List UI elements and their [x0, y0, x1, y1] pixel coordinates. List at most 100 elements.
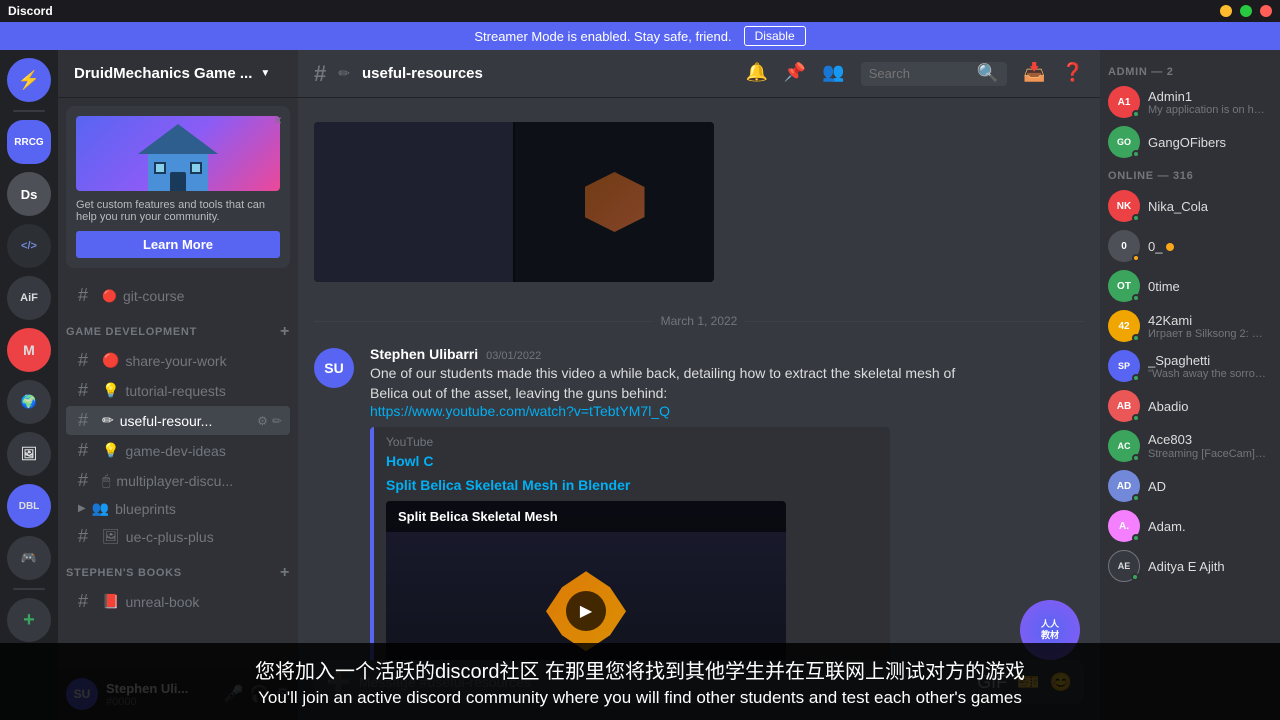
server-name: DruidMechanics Game ... [74, 65, 252, 82]
member-item-spaghetti[interactable]: SP _Spaghetti "Wash away the sorrow; all… [1100, 346, 1280, 386]
status-indicator [1132, 534, 1140, 542]
category-stephens-books[interactable]: STEPHEN'S BOOKS + [58, 552, 298, 586]
dropdown-icon: ▼ [260, 68, 270, 79]
member-item-adam[interactable]: A. Adam. [1100, 506, 1280, 546]
channel-tutorial-requests[interactable]: # 💡 tutorial-requests [66, 376, 290, 405]
member-name: Admin1 [1148, 89, 1268, 104]
status-indicator [1131, 573, 1139, 581]
server-icon-globe[interactable]: 🌍 [7, 380, 51, 424]
server-icon-dbl[interactable]: DBL [7, 484, 51, 528]
server-icon-rrcg[interactable]: RRCG [7, 120, 51, 164]
member-item-nika-cola[interactable]: NK Nika_Cola [1100, 186, 1280, 226]
channel-blueprints[interactable]: ▶ 👥 blueprints [66, 496, 290, 521]
status-indicator [1132, 214, 1140, 222]
category-label: GAME DEVELOPMENT [66, 326, 197, 338]
message-avatar[interactable]: SU [314, 348, 354, 388]
collapse-icon: ▶ [78, 503, 86, 514]
channel-multiplayer-discu[interactable]: # 🖱 multiplayer-discu... [66, 466, 290, 495]
channel-icon: 🔴 [102, 289, 117, 303]
members-icon[interactable]: 👥 [822, 62, 844, 86]
embed-video-title[interactable]: Split Belica Skeletal Mesh in Blender [386, 477, 878, 493]
channel-useful-resources[interactable]: # ✏ useful-resour... ⚙ ✏ [66, 406, 290, 435]
member-item-ad[interactable]: AD AD [1100, 466, 1280, 506]
member-status: Streaming [FaceCam] ✓ ... [1148, 447, 1268, 460]
member-name: 0_ [1148, 239, 1174, 254]
server-list: ⚡ RRCG Ds </> AiF M 🌍 🖼 DBL 🎮 + [0, 50, 58, 720]
member-name: 42Kami [1148, 313, 1268, 328]
server-icon-ds[interactable]: Ds [7, 172, 51, 216]
member-avatar: NK [1108, 190, 1140, 222]
youtube-link[interactable]: https://www.youtube.com/watch?v=tTebtYM7… [370, 403, 670, 419]
channel-share-your-work[interactable]: # 🔴 share-your-work [66, 346, 290, 375]
member-item-0-dot[interactable]: 0 0_ [1100, 226, 1280, 266]
app-title: Discord [8, 4, 53, 18]
disable-streamer-button[interactable]: Disable [744, 26, 806, 46]
server-icon-code[interactable]: </> [7, 224, 51, 268]
pin-icon[interactable]: 📌 [784, 62, 806, 86]
react-icon[interactable]: ↩ [997, 346, 1010, 660]
member-item-gangoffibers[interactable]: GO GangOFibers [1100, 122, 1280, 162]
channel-ue-c-plus-plus[interactable]: # 🖼 ue-c-plus-plus [66, 522, 290, 551]
search-input[interactable] [869, 66, 969, 81]
notification-settings-icon[interactable]: 🔔 [745, 62, 767, 86]
sidebar: DruidMechanics Game ... ▼ × [58, 50, 298, 720]
member-info: Aditya E Ajith [1148, 559, 1225, 574]
channel-game-dev-ideas[interactable]: # 💡 game-dev-ideas [66, 436, 290, 465]
message-meta: Stephen Ulibarri 03/01/2022 [370, 346, 981, 362]
minimize-button[interactable] [1220, 5, 1232, 17]
member-item-admin1[interactable]: A1 Admin1 My application is on hold :( [1100, 82, 1280, 122]
maximize-button[interactable] [1240, 5, 1252, 17]
member-item-ace803[interactable]: AC Ace803 Streaming [FaceCam] ✓ ... [1100, 426, 1280, 466]
channel-git-course[interactable]: # 🔴 git-course [66, 281, 290, 310]
server-icon-games[interactable]: 🎮 [7, 536, 51, 580]
channel-edit-icon[interactable]: ✏ [272, 414, 282, 428]
server-name-header[interactable]: DruidMechanics Game ... ▼ [58, 50, 298, 98]
server-icon-img[interactable]: 🖼 [7, 432, 51, 476]
status-indicator [1132, 414, 1140, 422]
member-status: Играет в Silksong 2: Whath of... [1148, 328, 1268, 340]
member-item-abadio[interactable]: AB Abadio [1100, 386, 1280, 426]
hash-icon: # [78, 410, 96, 431]
channel-settings-icon[interactable]: ⚙ [257, 414, 268, 428]
play-button[interactable]: ▶ [566, 591, 606, 631]
learn-more-button[interactable]: Learn More [76, 231, 280, 258]
promo-image [76, 116, 280, 191]
member-avatar: SP [1108, 350, 1140, 382]
add-channel-button-2[interactable]: + [280, 564, 290, 582]
message-author[interactable]: Stephen Ulibarri [370, 346, 478, 362]
channel-hash-icon: # [314, 61, 326, 87]
member-item-42kami[interactable]: 42 42Kami Играет в Silksong 2: Whath of.… [1100, 306, 1280, 346]
member-avatar: A. [1108, 510, 1140, 542]
server-icon-aif[interactable]: AiF [7, 276, 51, 320]
help-icon[interactable]: ❓ [1062, 62, 1084, 86]
search-bar[interactable]: 🔍 [861, 62, 1007, 86]
add-server-button[interactable]: + [7, 598, 51, 642]
member-item-0time[interactable]: OT 0time [1100, 266, 1280, 306]
member-name: Adam. [1148, 519, 1186, 534]
member-avatar: AB [1108, 390, 1140, 422]
promo-description: Get custom features and tools that can h… [76, 199, 280, 223]
channel-edit-icon: ✏ [338, 65, 350, 82]
server-icon-m[interactable]: M [7, 328, 51, 372]
channel-list: # 🔴 git-course GAME DEVELOPMENT + # 🔴 sh… [58, 276, 298, 668]
promo-close-button[interactable]: × [274, 112, 282, 128]
video-thumbnail[interactable]: ▶ Split Belica Skeletal Mesh in Blender [386, 501, 786, 660]
discord-home-button[interactable]: ⚡ [7, 58, 51, 102]
add-channel-button[interactable]: + [280, 323, 290, 341]
channel-name: blueprints [115, 501, 176, 517]
close-button[interactable] [1260, 5, 1272, 17]
youtube-embed: YouTube Howl C Split Belica Skeletal Mes… [370, 427, 890, 660]
admin-section-label: ADMIN — 2 [1100, 58, 1280, 82]
member-item-aditya[interactable]: AE Aditya E Ajith [1100, 546, 1280, 586]
status-indicator [1132, 110, 1140, 118]
channel-unreal-book[interactable]: # 📕 unreal-book [66, 587, 290, 616]
members-sidebar: ADMIN — 2 A1 Admin1 My application is on… [1100, 50, 1280, 720]
message-content: Stephen Ulibarri 03/01/2022 One of our s… [370, 346, 981, 660]
category-game-development[interactable]: GAME DEVELOPMENT + [58, 311, 298, 345]
channel-icon: 🖱 [102, 472, 110, 489]
hash-icon: # [78, 470, 96, 491]
inbox-icon[interactable]: 📥 [1023, 62, 1045, 86]
server-divider-2 [13, 588, 45, 590]
message-link: https://www.youtube.com/watch?v=tTebtYM7… [370, 403, 981, 419]
status-indicator [1132, 254, 1140, 262]
